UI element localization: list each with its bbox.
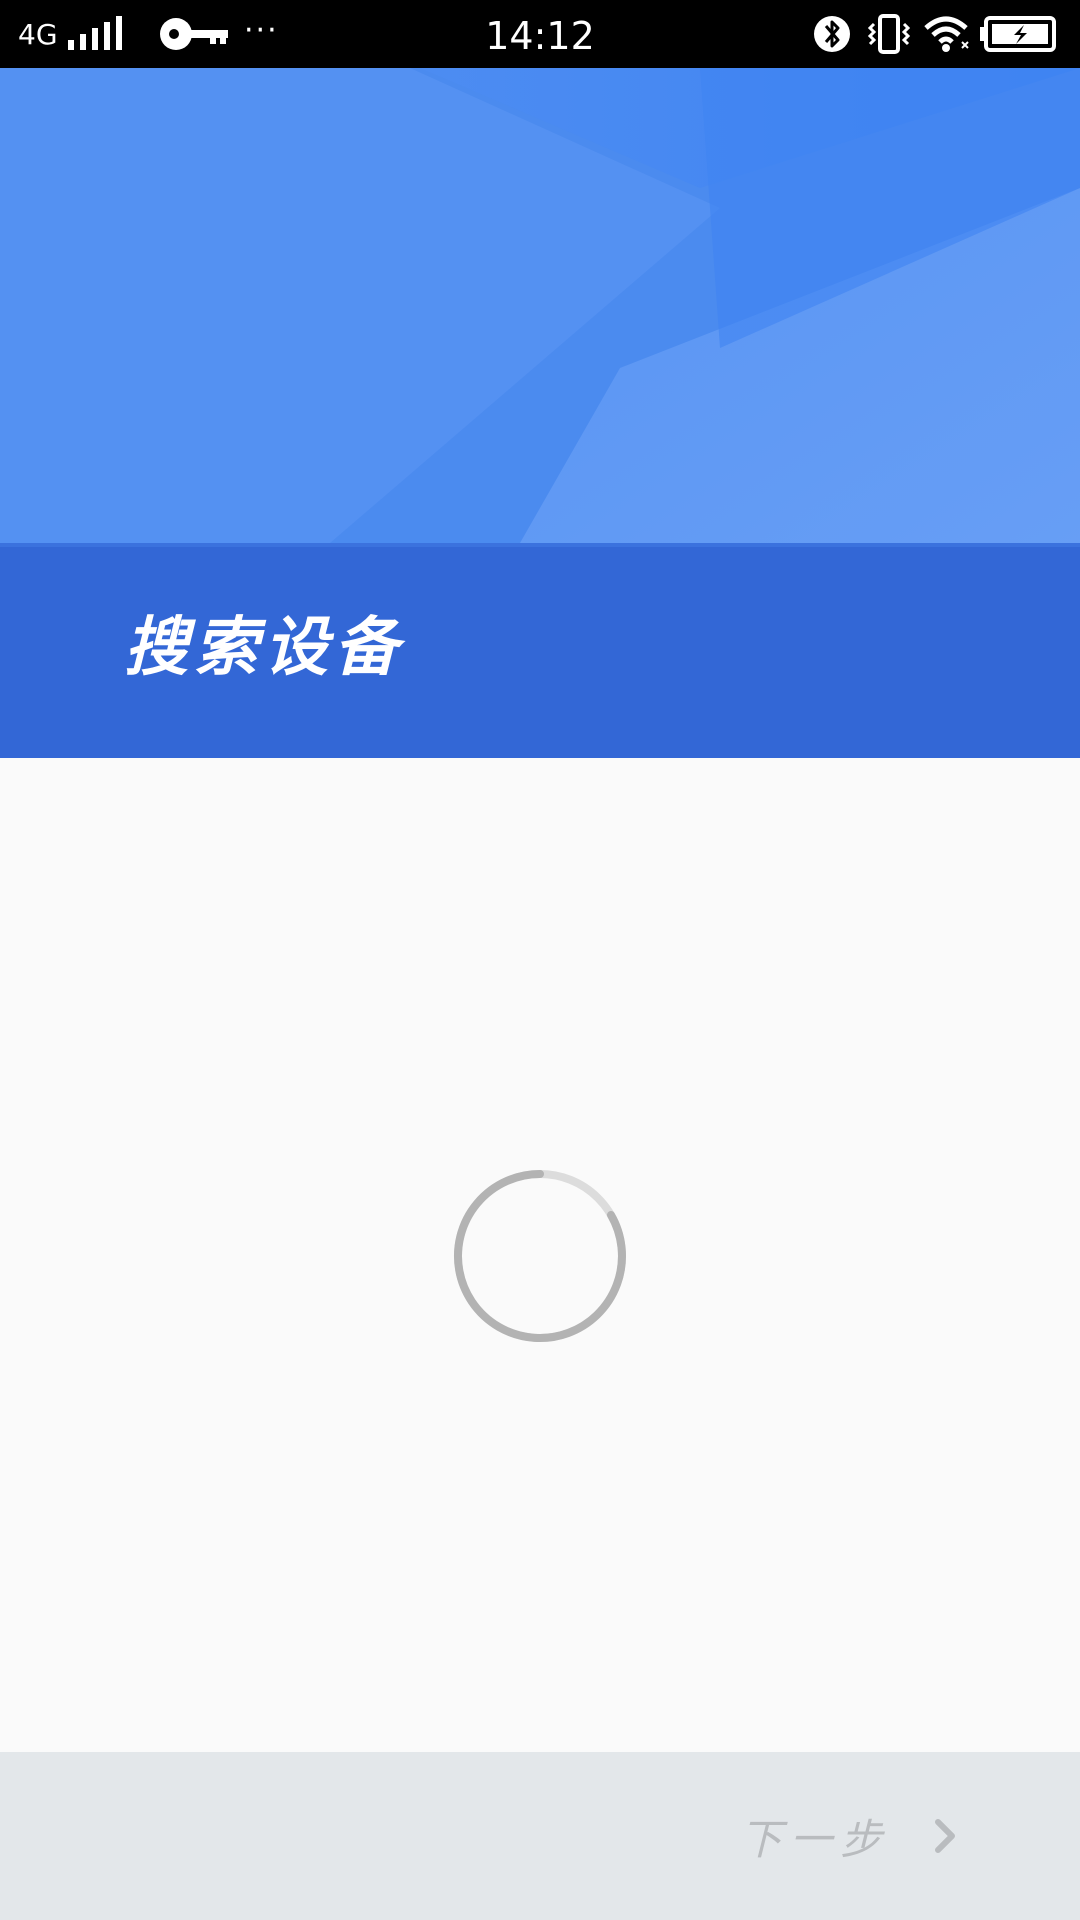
wifi-icon bbox=[924, 16, 969, 52]
vibrate-icon bbox=[867, 14, 911, 54]
bluetooth-icon bbox=[814, 16, 850, 52]
clock: 14:12 bbox=[485, 14, 595, 58]
bottom-bar: 下一步 bbox=[0, 1752, 1080, 1920]
header-banner: 搜索设备 bbox=[0, 68, 1080, 758]
spinner-icon bbox=[453, 1170, 626, 1342]
status-bar: 4G ··· 14:12 bbox=[0, 0, 1080, 68]
battery-charging-icon bbox=[980, 16, 1056, 52]
next-label: 下一步 bbox=[740, 1814, 891, 1864]
next-button[interactable]: 下一步 bbox=[740, 1796, 980, 1876]
search-content bbox=[0, 758, 1080, 1752]
chevron-right-icon bbox=[935, 1819, 956, 1853]
screen: 4G ··· 14:12 搜索设备 下一步 bbox=[0, 0, 1080, 1920]
page-title: 搜索设备 bbox=[124, 610, 404, 685]
